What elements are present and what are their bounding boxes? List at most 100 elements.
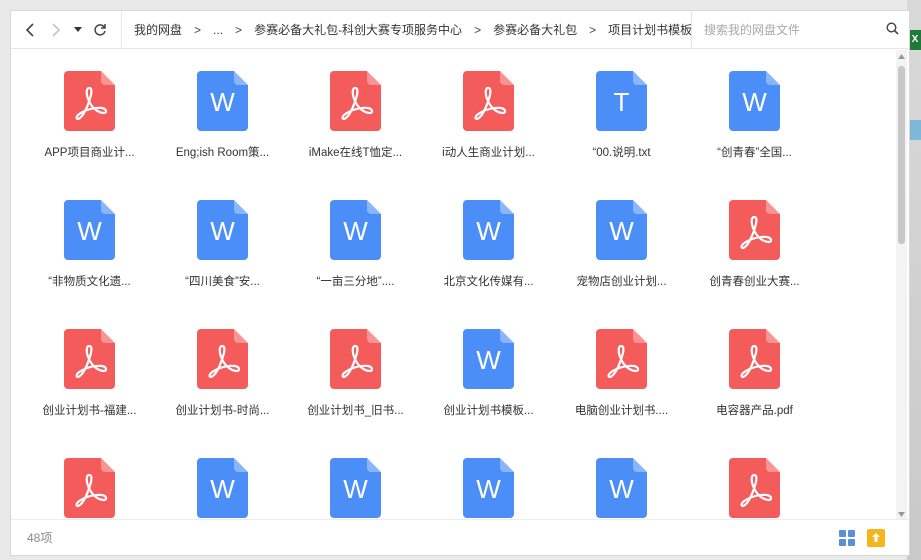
caret-down-icon	[74, 26, 82, 32]
file-name: “00.说明.txt	[592, 147, 651, 159]
file-item[interactable]: W	[156, 458, 289, 520]
breadcrumb-item-current[interactable]: 项目计划书模板	[608, 21, 691, 38]
svg-text:W: W	[476, 345, 501, 375]
svg-text:W: W	[476, 474, 501, 504]
svg-text:W: W	[210, 216, 235, 246]
file-item[interactable]: 电脑创业计划书....	[555, 329, 688, 458]
word-icon: W	[729, 71, 780, 131]
file-item[interactable]: 创青春创业大赛...	[688, 200, 821, 329]
search-box	[691, 11, 909, 48]
svg-text:W: W	[343, 474, 368, 504]
file-name: 电容器产品.pdf	[716, 405, 793, 417]
file-item[interactable]: W “四川美食”安...	[156, 200, 289, 329]
scroll-thumb[interactable]	[898, 66, 905, 244]
file-item[interactable]: 创业计划书_旧书...	[289, 329, 422, 458]
file-item[interactable]: 电容器产品.pdf	[688, 329, 821, 458]
file-name: APP项目商业计...	[44, 147, 135, 159]
history-dropdown-button[interactable]	[69, 15, 87, 45]
pdf-icon	[64, 329, 115, 389]
file-item[interactable]: 创业计划书-福建...	[23, 329, 156, 458]
search-icon[interactable]	[886, 22, 899, 35]
file-item[interactable]: W 宠物店创业计划...	[555, 200, 688, 329]
pdf-icon	[330, 71, 381, 131]
word-icon: W	[596, 458, 647, 518]
word-icon: W	[463, 200, 514, 260]
file-name: Eng;ish Room策...	[175, 147, 270, 159]
item-count: 48项	[27, 531, 53, 545]
file-name: “四川美食”安...	[185, 276, 260, 288]
pdf-icon	[729, 329, 780, 389]
file-item[interactable]: W	[555, 458, 688, 520]
vertical-scrollbar[interactable]	[896, 50, 907, 520]
navigation-bar: 我的网盘 > ... > 参赛必备大礼包-科创大赛专项服务中心 > 参赛必备大礼…	[11, 11, 909, 49]
pdf-icon	[729, 200, 780, 260]
file-grid-area: APP项目商业计... W Eng;ish Room策... iMake在线T恤定..…	[11, 50, 897, 520]
breadcrumb-item[interactable]: 我的网盘	[134, 21, 182, 38]
breadcrumb-separator: >	[194, 22, 202, 37]
pdf-icon	[64, 458, 115, 518]
file-item[interactable]: W “一亩三分地”....	[289, 200, 422, 329]
pdf-icon	[729, 458, 780, 518]
pdf-icon	[64, 71, 115, 131]
breadcrumb-item[interactable]: ...	[213, 23, 223, 37]
file-item[interactable]: W	[289, 458, 422, 520]
svg-text:W: W	[77, 216, 102, 246]
file-name: 创业计划书_旧书...	[307, 405, 404, 417]
file-item[interactable]: i动人生商业计划...	[422, 71, 555, 200]
file-item[interactable]: 创业计划书-时尚...	[156, 329, 289, 458]
svg-text:W: W	[609, 474, 634, 504]
chevron-left-icon	[25, 22, 34, 37]
file-name: iMake在线T恤定...	[308, 147, 403, 159]
caret-down-icon	[898, 511, 905, 517]
chevron-right-icon	[52, 22, 61, 37]
file-item[interactable]: iMake在线T恤定...	[289, 71, 422, 200]
word-icon: W	[197, 71, 248, 131]
forward-button[interactable]	[43, 15, 69, 45]
file-name: i动人生商业计划...	[442, 147, 535, 159]
file-name: “创青春”全国...	[717, 147, 792, 159]
svg-text:T: T	[614, 87, 630, 117]
file-item[interactable]: W Eng;ish Room策...	[156, 71, 289, 200]
file-grid: APP项目商业计... W Eng;ish Room策... iMake在线T恤定..…	[11, 50, 897, 520]
upload-icon[interactable]	[867, 528, 885, 547]
word-icon: W	[463, 329, 514, 389]
svg-text:W: W	[210, 474, 235, 504]
refresh-icon	[94, 23, 106, 36]
file-item[interactable]	[688, 458, 821, 520]
file-name: “非物质文化遗...	[48, 276, 131, 288]
file-item[interactable]	[23, 458, 156, 520]
file-item[interactable]: T “00.说明.txt	[555, 71, 688, 200]
file-name: 创业计划书-时尚...	[175, 405, 270, 417]
file-item[interactable]: APP项目商业计...	[23, 71, 156, 200]
breadcrumb-separator: >	[474, 22, 482, 37]
file-item[interactable]: W “创青春”全国...	[688, 71, 821, 200]
word-icon: W	[463, 458, 514, 518]
svg-text:W: W	[609, 216, 634, 246]
word-icon: W	[330, 200, 381, 260]
file-name: “一亩三分地”....	[316, 276, 395, 288]
file-name: 创青春创业大赛...	[709, 276, 800, 288]
file-name: 电脑创业计划书....	[574, 405, 669, 417]
word-icon: W	[64, 200, 115, 260]
breadcrumb-item[interactable]: 参赛必备大礼包-科创大赛专项服务中心	[254, 21, 462, 38]
grid-view-icon[interactable]	[839, 529, 855, 546]
status-bar: 48项	[11, 519, 909, 555]
word-icon: W	[596, 200, 647, 260]
file-item[interactable]: W 北京文化传媒有...	[422, 200, 555, 329]
scroll-up-button[interactable]	[896, 50, 907, 62]
search-input[interactable]	[704, 22, 869, 37]
refresh-button[interactable]	[87, 15, 113, 45]
file-item[interactable]: W	[422, 458, 555, 520]
breadcrumb: 我的网盘 > ... > 参赛必备大礼包-科创大赛专项服务中心 > 参赛必备大礼…	[121, 11, 691, 48]
svg-text:W: W	[476, 216, 501, 246]
back-button[interactable]	[17, 15, 43, 45]
word-icon: W	[197, 200, 248, 260]
pdf-icon	[330, 329, 381, 389]
status-actions	[839, 528, 909, 547]
file-item[interactable]: W 创业计划书模板...	[422, 329, 555, 458]
breadcrumb-item[interactable]: 参赛必备大礼包	[493, 21, 577, 38]
caret-up-icon	[898, 53, 905, 59]
file-name: 创业计划书模板...	[443, 405, 534, 417]
excel-icon: X	[909, 30, 921, 50]
file-item[interactable]: W “非物质文化遗...	[23, 200, 156, 329]
